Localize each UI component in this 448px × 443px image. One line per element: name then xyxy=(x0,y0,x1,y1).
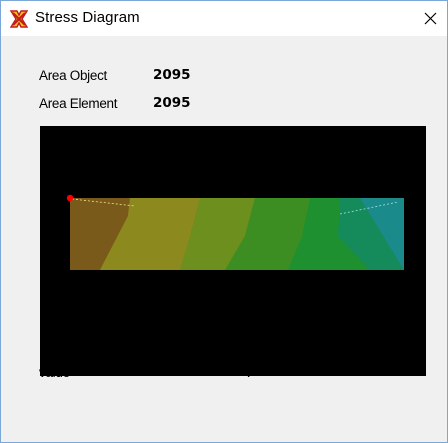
dialog-body: Area Object 2095 Area Element 2095 value… xyxy=(1,36,447,442)
node-marker xyxy=(66,194,74,202)
stress-diagram-window: Stress Diagram Area Object 2095 Area Ele… xyxy=(0,0,448,443)
etabs-cross-icon xyxy=(10,10,28,28)
title-bar: Stress Diagram xyxy=(1,1,447,36)
value-label: value xyxy=(39,365,70,380)
area-element-label: Area Element xyxy=(39,96,118,111)
close-button[interactable] xyxy=(413,1,447,36)
area-element-value: 2095 xyxy=(153,95,191,111)
stress-contour xyxy=(66,194,404,270)
close-icon xyxy=(424,12,436,25)
area-object-label: Area Object xyxy=(39,68,107,83)
window-title: Stress Diagram xyxy=(35,9,140,26)
value-text: 38.508822 KN/m xyxy=(141,364,267,380)
stress-diagram-canvas xyxy=(40,126,426,376)
area-object-value: 2095 xyxy=(153,67,191,83)
